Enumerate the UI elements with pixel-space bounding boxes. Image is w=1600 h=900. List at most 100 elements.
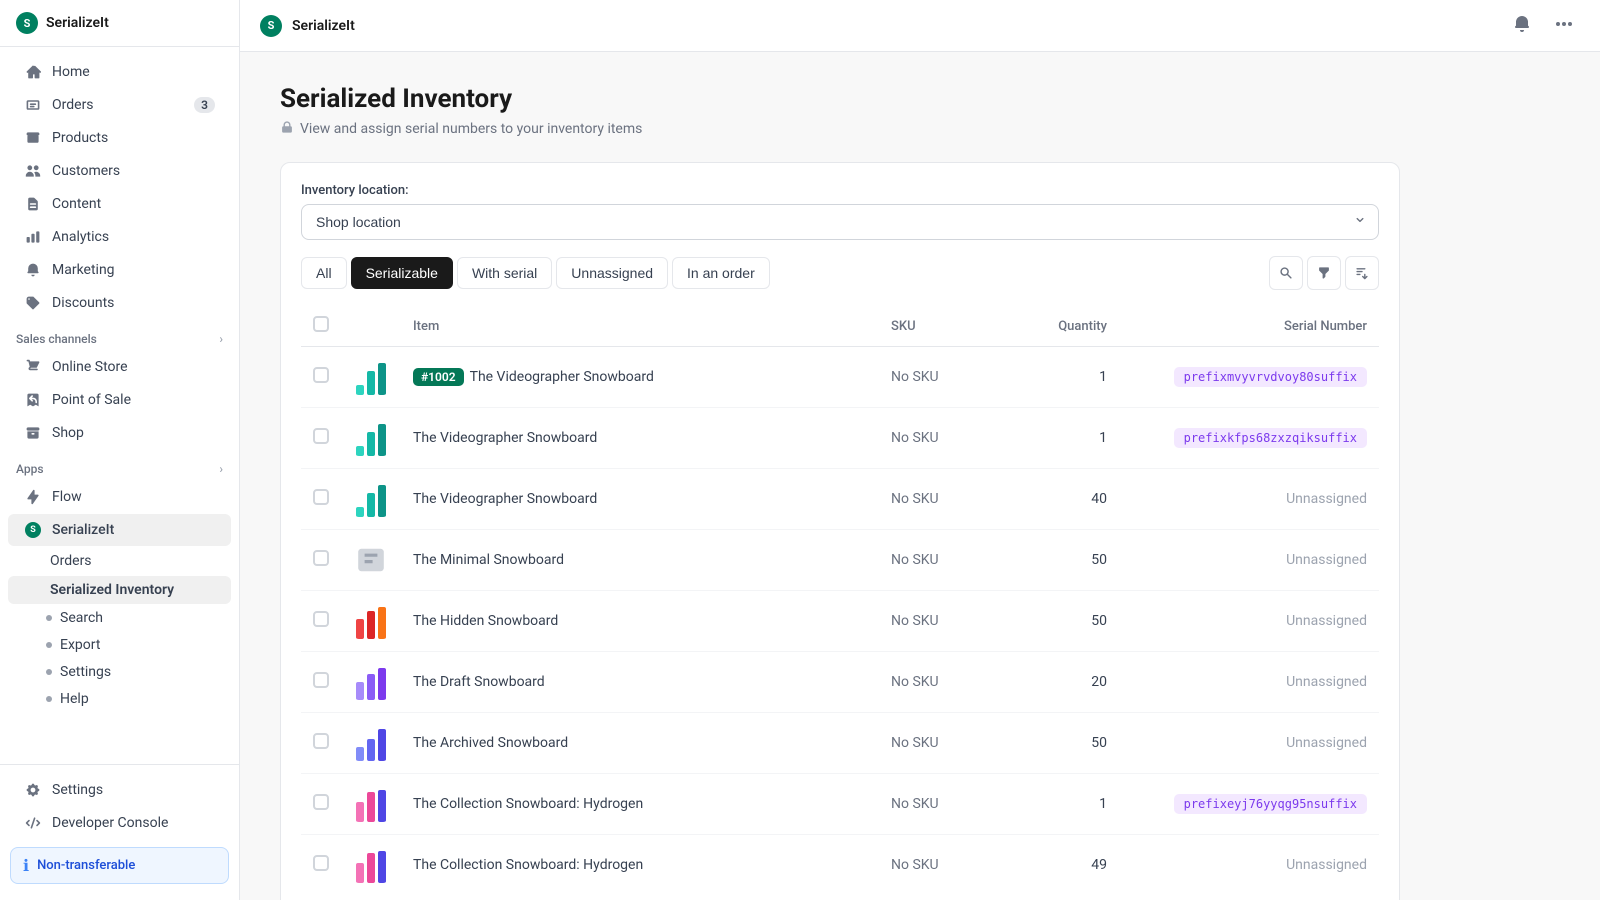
filter-tab-unnassigned[interactable]: Unnassigned bbox=[556, 257, 668, 289]
sidebar-item-discounts[interactable]: Discounts bbox=[8, 287, 231, 319]
th-select-all[interactable] bbox=[301, 306, 341, 347]
row-check[interactable] bbox=[301, 591, 341, 652]
row-thumbnail bbox=[341, 774, 401, 835]
sidebar-subitem-help[interactable]: Help bbox=[8, 686, 231, 712]
row-check[interactable] bbox=[301, 774, 341, 835]
row-quantity: 40 bbox=[999, 469, 1119, 530]
sort-btn[interactable] bbox=[1345, 256, 1379, 290]
sidebar-subitem-serialized-inventory[interactable]: Serialized Inventory bbox=[8, 576, 231, 604]
inventory-table: Item SKU Quantity Serial Number bbox=[301, 306, 1379, 895]
select-all-checkbox[interactable] bbox=[313, 316, 329, 332]
sidebar-item-point-of-sale[interactable]: Point of Sale bbox=[8, 384, 231, 416]
row-checkbox[interactable] bbox=[313, 367, 329, 383]
sidebar-item-analytics[interactable]: Analytics bbox=[8, 221, 231, 253]
sidebar-settings-label: Settings bbox=[52, 782, 215, 798]
sidebar-subitem-export-label: Export bbox=[60, 637, 100, 653]
sidebar-item-shop[interactable]: Shop bbox=[8, 417, 231, 449]
th-sku: SKU bbox=[879, 306, 999, 347]
row-thumbnail bbox=[341, 530, 401, 591]
serial-badge: prefixeyj76yyqg95nsuffix bbox=[1174, 794, 1367, 814]
orders-icon bbox=[24, 96, 42, 114]
location-label: Inventory location: bbox=[301, 183, 1379, 198]
unassigned-text: Unnassigned bbox=[1286, 735, 1367, 751]
row-sku: No SKU bbox=[879, 652, 999, 713]
page-subtitle: View and assign serial numbers to your i… bbox=[280, 120, 1400, 138]
sidebar-item-serializeit-label: SerializeIt bbox=[52, 522, 215, 538]
table-row[interactable]: The Videographer Snowboard No SKU 1 pref… bbox=[301, 408, 1379, 469]
sidebar-item-analytics-label: Analytics bbox=[52, 229, 215, 245]
row-check[interactable] bbox=[301, 713, 341, 774]
sidebar-subitem-search[interactable]: Search bbox=[8, 605, 231, 631]
row-quantity: 50 bbox=[999, 530, 1119, 591]
row-sku: No SKU bbox=[879, 713, 999, 774]
table-header: Item SKU Quantity Serial Number bbox=[301, 306, 1379, 347]
row-check[interactable] bbox=[301, 347, 341, 408]
export-dot bbox=[46, 642, 52, 648]
analytics-icon bbox=[24, 228, 42, 246]
search-filter-btn[interactable] bbox=[1269, 256, 1303, 290]
sidebar-item-customers[interactable]: Customers bbox=[8, 155, 231, 187]
row-checkbox[interactable] bbox=[313, 428, 329, 444]
sidebar-item-orders[interactable]: Orders 3 bbox=[8, 89, 231, 121]
row-item-name: The Collection Snowboard: Hydrogen bbox=[401, 774, 879, 835]
row-check[interactable] bbox=[301, 469, 341, 530]
row-quantity: 1 bbox=[999, 347, 1119, 408]
row-check[interactable] bbox=[301, 408, 341, 469]
filter-tab-serializable[interactable]: Serializable bbox=[351, 257, 453, 289]
more-options-icon[interactable] bbox=[1548, 8, 1580, 44]
row-checkbox[interactable] bbox=[313, 489, 329, 505]
table-row[interactable]: The Draft Snowboard No SKU 20 Unnassigne… bbox=[301, 652, 1379, 713]
sidebar-subitem-si-orders-label: Orders bbox=[50, 553, 92, 569]
filter-tab-all[interactable]: All bbox=[301, 257, 347, 289]
serial-badge: prefixkfps68zxzqiksuffix bbox=[1174, 428, 1367, 448]
sales-channels-section[interactable]: Sales channels › bbox=[0, 320, 239, 350]
sidebar-item-online-store[interactable]: Online Store bbox=[8, 351, 231, 383]
table-row[interactable]: The Archived Snowboard No SKU 50 Unnassi… bbox=[301, 713, 1379, 774]
sidebar-item-settings[interactable]: Settings bbox=[8, 774, 231, 806]
row-sku: No SKU bbox=[879, 774, 999, 835]
sidebar-item-content[interactable]: Content bbox=[8, 188, 231, 220]
sidebar-subitem-settings[interactable]: Settings bbox=[8, 659, 231, 685]
sidebar-item-online-store-label: Online Store bbox=[52, 359, 215, 375]
sidebar-item-flow[interactable]: Flow bbox=[8, 481, 231, 513]
sidebar: S SerializeIt Home Orders 3 Products bbox=[0, 0, 240, 900]
row-checkbox[interactable] bbox=[313, 672, 329, 688]
sidebar-subitem-export[interactable]: Export bbox=[8, 632, 231, 658]
sidebar-bottom: Settings Developer Console ℹ Non-transfe… bbox=[0, 764, 239, 900]
row-check[interactable] bbox=[301, 530, 341, 591]
non-transferable-badge[interactable]: ℹ Non-transferable bbox=[10, 847, 229, 884]
table-row[interactable]: The Minimal Snowboard No SKU 50 Unnassig… bbox=[301, 530, 1379, 591]
row-checkbox[interactable] bbox=[313, 611, 329, 627]
row-checkbox[interactable] bbox=[313, 794, 329, 810]
row-thumbnail bbox=[341, 347, 401, 408]
notification-icon[interactable] bbox=[1506, 8, 1538, 44]
sidebar-item-developer-console[interactable]: Developer Console bbox=[8, 807, 231, 839]
apps-chevron: › bbox=[219, 462, 223, 476]
filter-btn[interactable] bbox=[1307, 256, 1341, 290]
table-row[interactable]: The Hidden Snowboard No SKU 50 Unnassign… bbox=[301, 591, 1379, 652]
sidebar-subitem-si-orders[interactable]: Orders bbox=[8, 547, 231, 575]
th-item: Item bbox=[401, 306, 879, 347]
row-check[interactable] bbox=[301, 652, 341, 713]
sidebar-item-serializeit[interactable]: S SerializeIt bbox=[8, 514, 231, 546]
table-row[interactable]: The Collection Snowboard: Hydrogen No SK… bbox=[301, 774, 1379, 835]
page-title: Serialized Inventory bbox=[280, 84, 1400, 114]
sidebar-item-marketing[interactable]: Marketing bbox=[8, 254, 231, 286]
row-item-name: The Videographer Snowboard bbox=[401, 469, 879, 530]
row-thumbnail bbox=[341, 408, 401, 469]
table-row[interactable]: #1002The Videographer Snowboard No SKU 1… bbox=[301, 347, 1379, 408]
location-select[interactable]: Shop location bbox=[301, 204, 1379, 240]
sidebar-item-products[interactable]: Products bbox=[8, 122, 231, 154]
apps-section[interactable]: Apps › bbox=[0, 450, 239, 480]
flow-icon bbox=[24, 488, 42, 506]
row-check[interactable] bbox=[301, 835, 341, 896]
sidebar-item-home[interactable]: Home bbox=[8, 56, 231, 88]
serial-badge: prefixmvyvrvdvoy80suffix bbox=[1174, 367, 1367, 387]
filter-tab-in-an-order[interactable]: In an order bbox=[672, 257, 770, 289]
row-checkbox[interactable] bbox=[313, 733, 329, 749]
table-row[interactable]: The Collection Snowboard: Hydrogen No SK… bbox=[301, 835, 1379, 896]
table-row[interactable]: The Videographer Snowboard No SKU 40 Unn… bbox=[301, 469, 1379, 530]
row-checkbox[interactable] bbox=[313, 550, 329, 566]
row-checkbox[interactable] bbox=[313, 855, 329, 871]
filter-tab-with-serial[interactable]: With serial bbox=[457, 257, 552, 289]
